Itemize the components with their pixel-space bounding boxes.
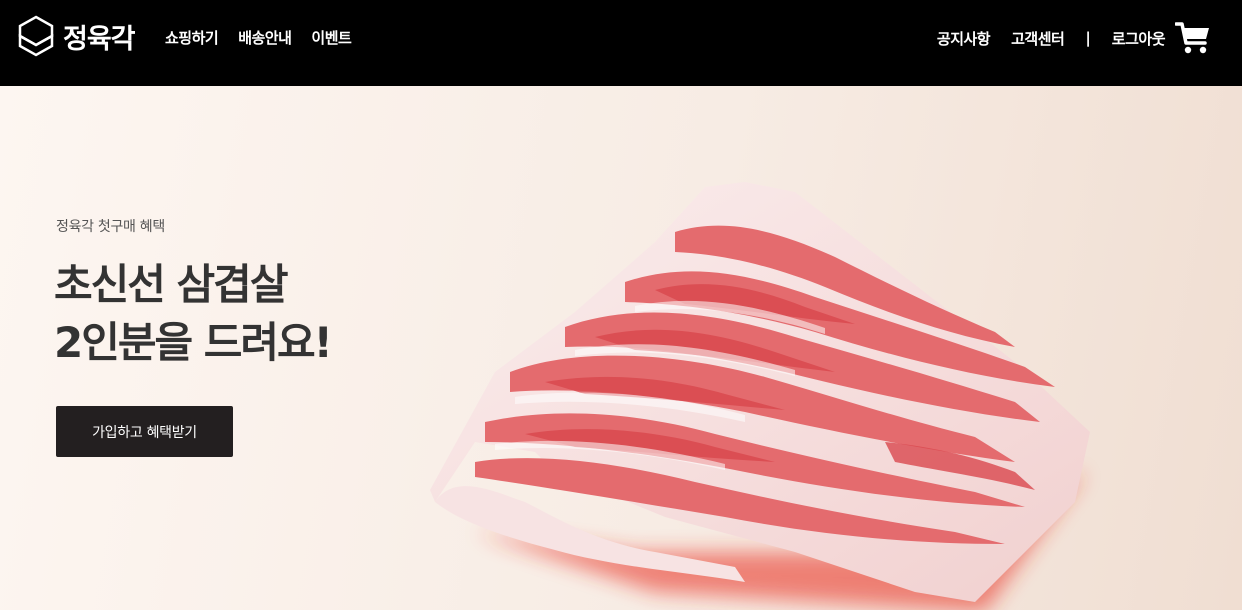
hero-headline-line2: 2인분을 드려요!	[54, 318, 333, 367]
nav-notice[interactable]: 공지사항	[937, 28, 991, 49]
nav-shopping[interactable]: 쇼핑하기	[165, 27, 219, 48]
pork-belly-image	[430, 182, 1090, 610]
signup-benefit-button[interactable]: 가입하고 혜택받기	[56, 406, 233, 457]
hero-headline: 초신선 삼겹살 2인분을 드려요!	[54, 256, 333, 372]
user-menu: 공지사항 고객센터 | 로그아웃	[916, 20, 1211, 56]
logo-text: 정육각	[63, 23, 136, 55]
hero-headline-line1: 초신선 삼겹살	[54, 260, 288, 309]
top-navigation-bar: 정육각 쇼핑하기 배송안내 이벤트 공지사항 고객센터 | 로그아웃	[0, 0, 1242, 86]
nav-customer-center[interactable]: 고객센터	[1011, 28, 1065, 49]
nav-delivery-info[interactable]: 배송안내	[238, 27, 292, 48]
menu-separator: |	[1085, 29, 1091, 47]
hero-banner: 정육각 첫구매 혜택 초신선 삼겹살 2인분을 드려요! 가입하고 혜택받기	[0, 86, 1242, 610]
shopping-cart-icon	[1175, 22, 1209, 54]
hero-eyebrow: 정육각 첫구매 혜택	[56, 219, 165, 235]
logo[interactable]: 정육각	[17, 14, 136, 58]
nav-event[interactable]: 이벤트	[311, 27, 351, 48]
logo-icon	[18, 15, 54, 57]
main-menu: 쇼핑하기 배송안내 이벤트	[165, 27, 371, 48]
logout-link[interactable]: 로그아웃	[1112, 28, 1166, 49]
cart-button[interactable]	[1175, 21, 1211, 55]
